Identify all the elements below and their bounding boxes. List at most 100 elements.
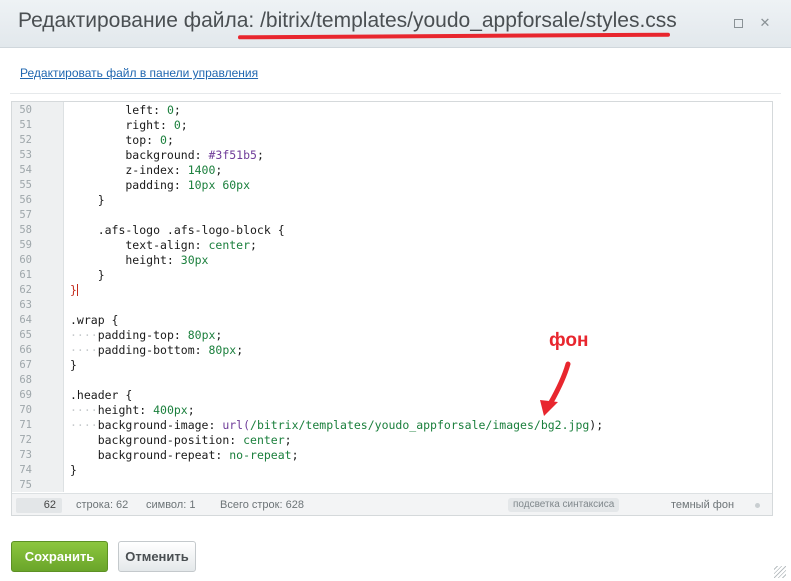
code-token: height: (70, 253, 181, 267)
dark-background-toggle[interactable]: темный фон (671, 498, 734, 512)
code-token: 80px (208, 343, 237, 357)
line-number: 54 (19, 164, 32, 176)
line-number: 75 (19, 479, 32, 491)
code-line: background: #3f51b5; (70, 148, 264, 163)
code-line: right: 0; (70, 118, 188, 133)
code-line: top: 0; (70, 133, 174, 148)
code-token: .wrap { (70, 313, 119, 327)
line-number: 62 (19, 284, 32, 296)
code-token: padding: (70, 178, 188, 192)
code-token: background-repeat: (70, 448, 230, 462)
text-cursor (76, 284, 78, 296)
code-token: ; (187, 403, 195, 417)
code-token: ; (291, 448, 299, 462)
line-number: 66 (19, 344, 32, 356)
line-number: 67 (19, 359, 32, 371)
line-number: 73 (19, 449, 32, 461)
line-number: 58 (19, 224, 32, 236)
line-number: 63 (19, 299, 32, 311)
divider (10, 93, 781, 94)
code-token: ···· (70, 418, 98, 432)
code-token: ; (215, 163, 223, 177)
line-number: 74 (19, 464, 32, 476)
code-token: ; (250, 238, 257, 252)
line-number: 69 (19, 389, 32, 401)
code-token: background-image: (97, 418, 223, 432)
code-line: background-repeat: no-repeat; (70, 448, 299, 463)
syntax-highlight-toggle[interactable]: подсветка синтаксиса (508, 498, 620, 512)
code-token: center (243, 433, 285, 447)
line-number: 64 (19, 314, 32, 326)
total-lines-status: Всего строк: 628 (220, 499, 304, 511)
code-token: .afs-logo .afs-logo-block { (70, 223, 285, 237)
maximize-icon[interactable] (729, 14, 747, 32)
code-token: ; (180, 118, 188, 132)
code-token: center (208, 238, 251, 252)
code-line: ····background-image: url(/bitrix/templa… (70, 418, 603, 433)
code-token: 0 (160, 133, 167, 147)
code-token: background-position: (70, 433, 244, 447)
save-button[interactable]: Сохранить (11, 541, 108, 572)
code-token: ···· (70, 403, 98, 417)
line-number: 72 (19, 434, 32, 446)
line-number: 61 (19, 269, 32, 281)
line-number: 53 (19, 149, 32, 161)
code-token: ; (236, 343, 244, 357)
code-token: } (70, 268, 105, 282)
code-line: ····height: 400px; (70, 403, 195, 418)
resize-handle[interactable] (774, 566, 786, 578)
close-icon[interactable]: ✕ (756, 14, 774, 32)
editor-statusbar: 62 строка: 62 символ: 1 Всего строк: 628… (12, 493, 772, 515)
goto-line-input[interactable]: 62 (16, 498, 62, 513)
code-line: height: 30px (70, 253, 208, 268)
code-token: /bitrix/templates/youdo_appforsale/image… (250, 418, 590, 432)
code-token: 0 (166, 103, 174, 117)
code-token: top: (70, 133, 161, 147)
line-number: 59 (19, 239, 32, 251)
title-red-underline (237, 32, 671, 40)
code-line: left: 0; (70, 103, 181, 118)
code-token: left: (70, 103, 167, 117)
dark-background-dot-icon[interactable] (755, 503, 760, 508)
code-token: 10px 60px (187, 178, 251, 192)
code-token: } (70, 283, 77, 297)
code-token: .header { (70, 388, 133, 402)
code-token: ; (284, 433, 292, 447)
cancel-button[interactable]: Отменить (118, 541, 196, 572)
code-line: } (70, 268, 105, 283)
code-token: } (70, 463, 77, 477)
code-token: 0 (173, 118, 181, 132)
line-number: 50 (19, 104, 32, 116)
code-line: .wrap { (70, 313, 118, 328)
annotation-label: фон (549, 330, 589, 351)
line-number: 71 (19, 419, 32, 431)
line-number: 56 (19, 194, 32, 206)
code-token: right: (70, 118, 174, 132)
code-token: } (70, 358, 77, 372)
line-number: 65 (19, 329, 32, 341)
code-token: ···· (70, 343, 98, 357)
code-line: .afs-logo .afs-logo-block { (70, 223, 285, 238)
code-token: height: (97, 403, 154, 417)
code-token: padding-bottom: (97, 343, 209, 357)
code-line: ····padding-bottom: 80px; (70, 343, 243, 358)
code-line: padding: 10px 60px (70, 178, 250, 193)
annotation-arrow-icon (540, 361, 571, 416)
code-line: } (70, 463, 77, 478)
line-number: 55 (19, 179, 32, 191)
code-editor[interactable]: 50 51 52 53 54 55 56 57 58 59 60 61 62 63 64 65 66 67 68 69… (11, 101, 773, 516)
code-token: ; (256, 148, 264, 162)
maximize-box (733, 19, 743, 28)
code-token: #3f51b5 (208, 148, 257, 162)
code-line: text-align: center; (70, 238, 257, 253)
code-token: ; (166, 133, 174, 147)
edit-in-panel-link[interactable]: Редактировать файл в панели управления (20, 66, 258, 80)
code-token: ; (173, 103, 181, 117)
code-token: ; (215, 328, 223, 342)
code-token: z-index: (70, 163, 188, 177)
code-token: 1400 (187, 163, 216, 177)
code-token: padding-top: (97, 328, 188, 342)
code-token: no-repeat (229, 448, 292, 462)
code-token: } (70, 193, 105, 207)
line-number: 51 (19, 119, 32, 131)
